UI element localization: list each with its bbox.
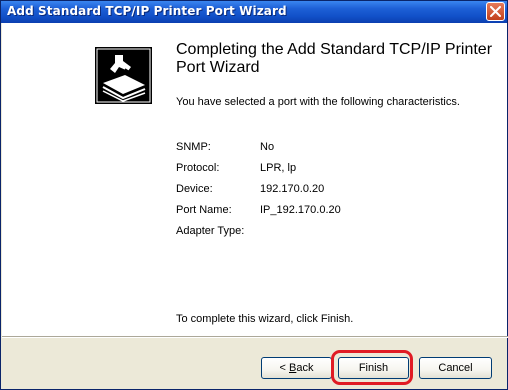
field-label-protocol: Protocol: bbox=[176, 162, 220, 174]
field-label-device: Device: bbox=[176, 183, 213, 195]
wizard-printer-icon bbox=[95, 47, 152, 104]
window-title: Add Standard TCP/IP Printer Port Wizard bbox=[7, 4, 287, 18]
description-text: You have selected a port with the follow… bbox=[176, 96, 460, 108]
cancel-button-label: Cancel bbox=[438, 362, 473, 374]
wizard-window: Add Standard TCP/IP Printer Port Wizard … bbox=[0, 0, 508, 390]
field-label-snmp: SNMP: bbox=[176, 141, 211, 153]
wizard-left-panel bbox=[2, 23, 160, 336]
button-separator bbox=[2, 336, 508, 338]
footer-instruction: To complete this wizard, click Finish. bbox=[176, 313, 354, 325]
page-title: Completing the Add Standard TCP/IP Print… bbox=[176, 41, 493, 76]
field-value-protocol: LPR, lp bbox=[260, 162, 297, 174]
back-button-label: < Back bbox=[279, 362, 314, 374]
finish-highlight-annotation bbox=[331, 350, 413, 385]
wizard-content: Completing the Add Standard TCP/IP Print… bbox=[160, 23, 507, 336]
field-label-adapter-type: Adapter Type: bbox=[176, 225, 245, 237]
title-bar[interactable]: Add Standard TCP/IP Printer Port Wizard bbox=[1, 1, 507, 23]
close-button[interactable] bbox=[486, 2, 505, 21]
field-value-snmp: No bbox=[260, 141, 275, 153]
field-value-device: 192.170.0.20 bbox=[260, 183, 325, 195]
field-label-port-name: Port Name: bbox=[176, 204, 232, 216]
close-icon bbox=[490, 6, 501, 17]
cancel-button[interactable]: Cancel bbox=[419, 357, 492, 379]
field-value-port-name: IP_192.170.0.20 bbox=[260, 204, 341, 216]
back-button[interactable]: < Back bbox=[261, 357, 332, 379]
